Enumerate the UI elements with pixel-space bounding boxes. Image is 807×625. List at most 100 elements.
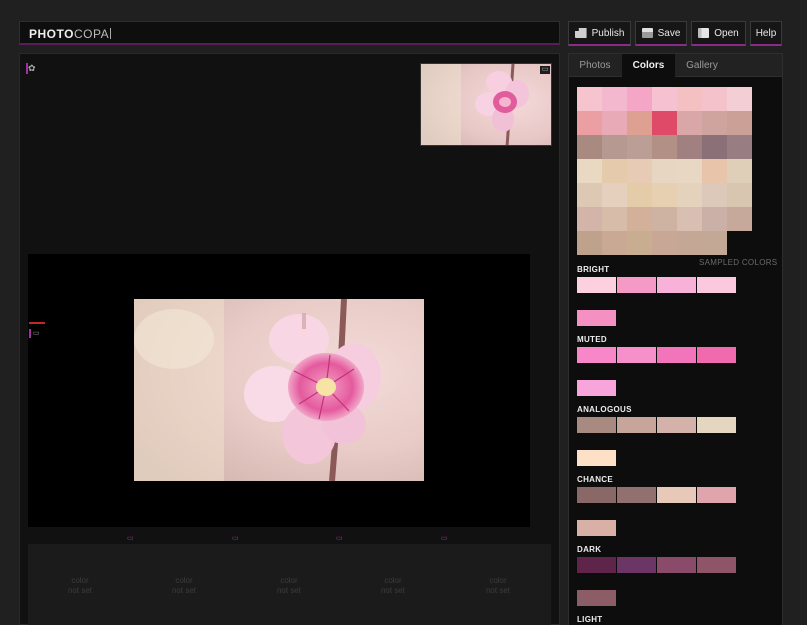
color-swatch[interactable] bbox=[602, 207, 627, 231]
tab-gallery[interactable]: Gallery bbox=[675, 54, 729, 78]
color-swatch[interactable] bbox=[577, 111, 602, 135]
logo-thin-text: COPA bbox=[73, 27, 110, 41]
palette-swatch[interactable] bbox=[617, 557, 656, 573]
workspace-handle[interactable]: ✿ bbox=[26, 63, 39, 74]
color-swatch[interactable] bbox=[652, 159, 677, 183]
palette-swatch[interactable] bbox=[697, 347, 736, 363]
color-swatch[interactable] bbox=[627, 207, 652, 231]
palette-swatch[interactable] bbox=[577, 417, 616, 433]
color-slot[interactable]: color not set bbox=[50, 576, 110, 596]
slot-handle[interactable]: ▭ bbox=[232, 534, 239, 544]
slot-handle[interactable]: ▭ bbox=[441, 534, 448, 544]
palette-base-swatch[interactable] bbox=[577, 520, 616, 536]
palette-swatch[interactable] bbox=[697, 557, 736, 573]
color-swatch[interactable] bbox=[677, 135, 702, 159]
slot-line1: color bbox=[384, 576, 402, 585]
palette-swatch[interactable] bbox=[617, 487, 656, 503]
photo-canvas[interactable] bbox=[28, 254, 530, 527]
color-slots-panel: color not set color not set color not set c… bbox=[28, 544, 551, 625]
palette-swatch[interactable] bbox=[617, 347, 656, 363]
navigator-thumbnail[interactable]: ▭ bbox=[420, 63, 552, 146]
palette-swatch[interactable] bbox=[617, 277, 656, 293]
color-swatch[interactable] bbox=[577, 87, 602, 111]
color-slot[interactable]: color not set bbox=[363, 576, 423, 596]
color-slot[interactable]: color not set bbox=[154, 576, 214, 596]
color-swatch[interactable] bbox=[677, 231, 702, 255]
color-swatch[interactable] bbox=[627, 183, 652, 207]
side-marker[interactable]: ▭ bbox=[29, 322, 45, 338]
color-swatch[interactable] bbox=[702, 135, 727, 159]
color-swatch[interactable] bbox=[652, 111, 677, 135]
color-swatch[interactable] bbox=[727, 183, 752, 207]
color-swatch[interactable] bbox=[727, 87, 752, 111]
color-swatch[interactable] bbox=[577, 231, 602, 255]
save-button[interactable]: Save bbox=[635, 21, 687, 46]
palette-swatch[interactable] bbox=[697, 277, 736, 293]
slot-line2: not set bbox=[171, 586, 196, 595]
color-swatch[interactable] bbox=[602, 231, 627, 255]
color-swatch[interactable] bbox=[727, 111, 752, 135]
color-slot[interactable]: color not set bbox=[468, 576, 528, 596]
color-swatch[interactable] bbox=[677, 159, 702, 183]
color-swatch[interactable] bbox=[627, 111, 652, 135]
help-button[interactable]: Help bbox=[750, 21, 782, 46]
color-swatch[interactable] bbox=[652, 87, 677, 111]
palette-base-swatch[interactable] bbox=[577, 450, 616, 466]
color-swatch[interactable] bbox=[677, 183, 702, 207]
color-swatch[interactable] bbox=[627, 159, 652, 183]
color-swatch[interactable] bbox=[677, 207, 702, 231]
palette-swatch[interactable] bbox=[657, 347, 696, 363]
color-swatch[interactable] bbox=[727, 207, 752, 231]
color-swatch[interactable] bbox=[727, 159, 752, 183]
tab-photos[interactable]: Photos bbox=[569, 54, 621, 78]
color-swatch[interactable] bbox=[677, 111, 702, 135]
color-swatch[interactable] bbox=[702, 87, 727, 111]
color-swatch[interactable] bbox=[577, 159, 602, 183]
color-swatch[interactable] bbox=[627, 231, 652, 255]
color-swatch[interactable] bbox=[602, 183, 627, 207]
palette-swatch[interactable] bbox=[577, 277, 616, 293]
publish-button[interactable]: Publish bbox=[568, 21, 631, 46]
palette-base-swatch[interactable] bbox=[577, 380, 616, 396]
tab-colors[interactable]: Colors bbox=[622, 54, 675, 78]
color-swatch[interactable] bbox=[702, 183, 727, 207]
color-swatch[interactable] bbox=[702, 111, 727, 135]
close-icon[interactable]: ▭ bbox=[540, 66, 550, 74]
color-swatch[interactable] bbox=[652, 183, 677, 207]
palette-swatch[interactable] bbox=[617, 417, 656, 433]
palette-swatch[interactable] bbox=[657, 557, 696, 573]
palette-base-swatch[interactable] bbox=[577, 590, 616, 606]
color-swatch[interactable] bbox=[602, 111, 627, 135]
palette-swatch[interactable] bbox=[657, 487, 696, 503]
color-swatch[interactable] bbox=[627, 135, 652, 159]
color-swatch[interactable] bbox=[602, 87, 627, 111]
slot-handle[interactable]: ▭ bbox=[127, 534, 134, 544]
palette-label-light: LIGHT bbox=[577, 615, 603, 624]
color-swatch[interactable] bbox=[727, 135, 752, 159]
palette-swatch[interactable] bbox=[657, 417, 696, 433]
palette-swatch[interactable] bbox=[577, 347, 616, 363]
color-swatch[interactable] bbox=[602, 135, 627, 159]
color-swatch[interactable] bbox=[652, 135, 677, 159]
color-swatch[interactable] bbox=[627, 87, 652, 111]
open-button[interactable]: Open bbox=[691, 21, 746, 46]
open-label: Open bbox=[714, 27, 739, 39]
slot-handle[interactable]: ▭ bbox=[336, 534, 343, 544]
color-swatch[interactable] bbox=[702, 207, 727, 231]
color-swatch[interactable] bbox=[652, 207, 677, 231]
palette-swatch[interactable] bbox=[577, 487, 616, 503]
color-swatch[interactable] bbox=[702, 231, 727, 255]
palette-swatch[interactable] bbox=[697, 417, 736, 433]
palette-base-swatch[interactable] bbox=[577, 310, 616, 326]
color-swatch[interactable] bbox=[602, 159, 627, 183]
palette-swatch[interactable] bbox=[697, 487, 736, 503]
color-swatch[interactable] bbox=[577, 207, 602, 231]
color-swatch[interactable] bbox=[652, 231, 677, 255]
color-swatch[interactable] bbox=[577, 183, 602, 207]
palette-swatch[interactable] bbox=[657, 277, 696, 293]
color-swatch[interactable] bbox=[702, 159, 727, 183]
color-slot[interactable]: color not set bbox=[259, 576, 319, 596]
color-swatch[interactable] bbox=[677, 87, 702, 111]
palette-swatch[interactable] bbox=[577, 557, 616, 573]
color-swatch[interactable] bbox=[577, 135, 602, 159]
